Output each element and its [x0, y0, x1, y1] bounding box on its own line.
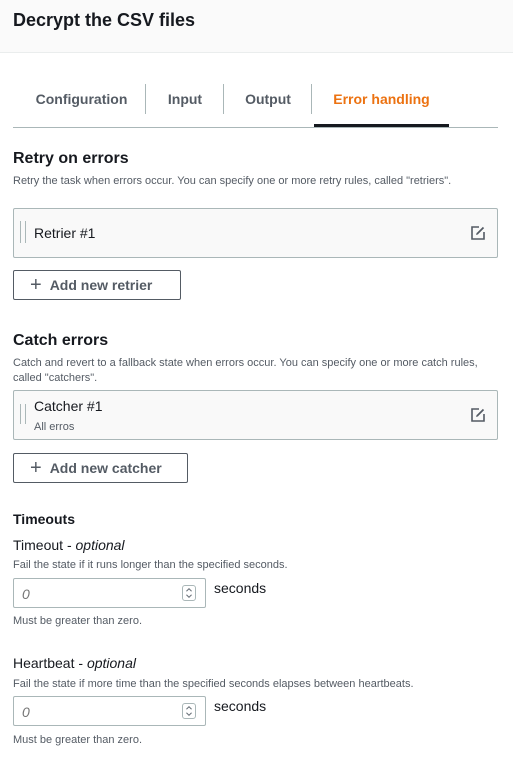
timeout-optional: optional	[75, 537, 125, 553]
timeout-hint: Must be greater than zero.	[13, 615, 143, 627]
plus-icon: +	[30, 274, 42, 296]
tab-separator	[145, 84, 146, 114]
retry-section-title: Retry on errors	[13, 150, 129, 167]
tab-separator	[223, 84, 224, 114]
heartbeat-field[interactable]	[13, 696, 206, 727]
tab-output[interactable]: Output	[228, 82, 308, 127]
edit-icon[interactable]	[470, 225, 486, 241]
catcher-card[interactable]: Catcher #1 All erros	[13, 390, 498, 440]
panel-header: Decrypt the CSV files	[0, 0, 513, 53]
heartbeat-hint: Must be greater than zero.	[13, 734, 143, 746]
retry-description: Retry the task when errors occur. You ca…	[13, 175, 452, 187]
timeout-label: Timeout - optional	[13, 537, 125, 553]
add-catcher-button[interactable]: + Add new catcher	[13, 453, 188, 483]
add-retrier-label: Add new retrier	[49, 277, 153, 293]
timeouts-title: Timeouts	[13, 511, 75, 527]
timeout-field[interactable]	[13, 578, 206, 609]
drag-handle-icon[interactable]	[20, 404, 26, 424]
timeout-input[interactable]	[14, 579, 184, 609]
tab-input[interactable]: Input	[150, 82, 220, 127]
heartbeat-unit: seconds	[214, 698, 267, 714]
heartbeat-input[interactable]	[14, 697, 184, 727]
spinner-arrows-icon[interactable]	[182, 703, 196, 719]
add-retrier-button[interactable]: + Add new retrier	[13, 270, 181, 300]
plus-icon: +	[30, 457, 42, 479]
tab-bar: Configuration Input Output Error handlin…	[13, 82, 498, 127]
tab-separator	[311, 84, 312, 114]
heartbeat-label: Heartbeat - optional	[13, 655, 136, 671]
drag-handle-icon[interactable]	[20, 221, 26, 243]
timeout-description: Fail the state if it runs longer than th…	[13, 559, 288, 571]
panel-title: Decrypt the CSV files	[13, 10, 196, 30]
catch-section-title: Catch errors	[13, 332, 109, 349]
add-catcher-label: Add new catcher	[49, 460, 162, 476]
edit-icon[interactable]	[470, 407, 486, 423]
retrier-label: Retrier #1	[34, 225, 96, 241]
timeout-label-text: Timeout -	[13, 537, 76, 553]
catcher-subtitle: All erros	[34, 421, 75, 433]
heartbeat-optional: optional	[86, 655, 136, 671]
heartbeat-label-text: Heartbeat -	[13, 655, 87, 671]
spinner-arrows-icon[interactable]	[182, 585, 196, 601]
retrier-card[interactable]: Retrier #1	[13, 208, 498, 258]
tab-divider	[13, 127, 498, 128]
catch-description: Catch and revert to a fallback state whe…	[13, 357, 478, 384]
tab-configuration[interactable]: Configuration	[21, 82, 142, 127]
catcher-label: Catcher #1	[34, 398, 103, 414]
timeout-unit: seconds	[214, 580, 267, 596]
heartbeat-description: Fail the state if more time than the spe…	[13, 678, 414, 690]
tab-error-handling[interactable]: Error handling	[314, 82, 449, 127]
